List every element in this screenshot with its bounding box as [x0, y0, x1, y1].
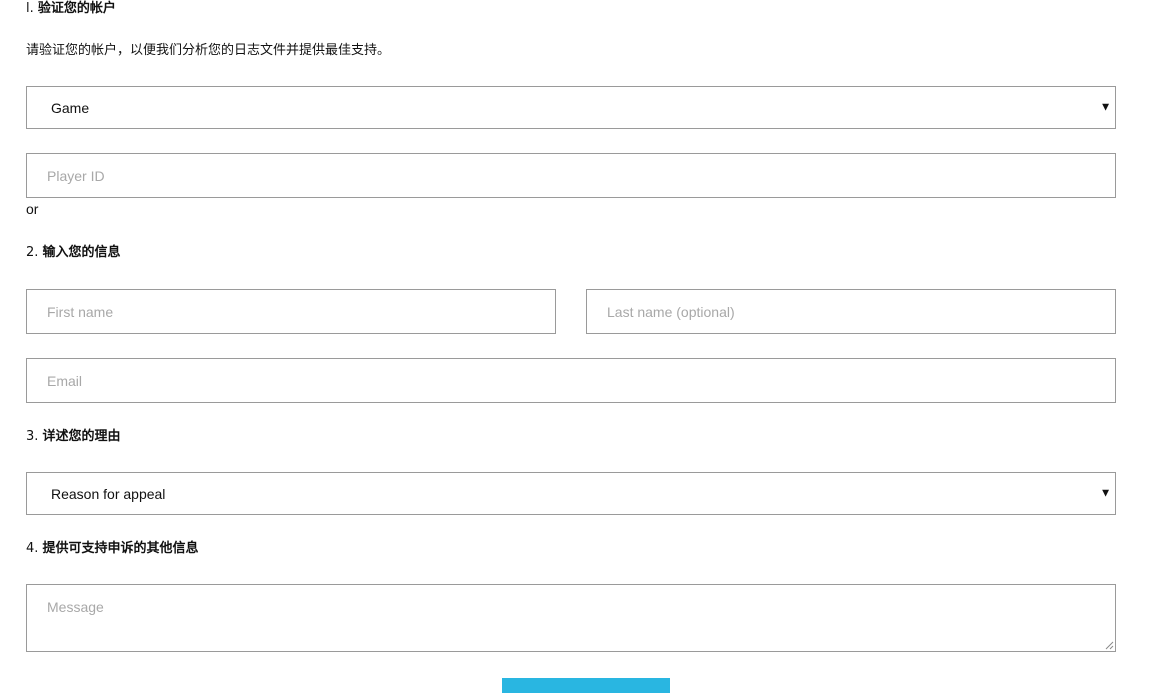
step1-heading: l. 验证您的帐户	[26, 0, 116, 18]
step3-number: 3.	[26, 429, 39, 444]
dropdown-arrow-icon: ▼	[1102, 102, 1109, 112]
message-textarea[interactable]: Message	[26, 584, 1116, 652]
step2-heading: 2. 输入您的信息	[26, 244, 121, 262]
email-input[interactable]: Email	[26, 358, 1116, 403]
first-name-placeholder: First name	[47, 303, 114, 320]
submit-button[interactable]	[502, 678, 670, 693]
reason-select-value: Reason for appeal	[51, 485, 166, 502]
message-placeholder: Message	[47, 599, 104, 615]
step4-heading: 4. 提供可支持申诉的其他信息	[26, 540, 199, 558]
step3-title: 详述您的理由	[42, 429, 121, 444]
or-separator: or	[26, 201, 39, 217]
reason-select[interactable]: Reason for appeal ▼	[26, 472, 1116, 515]
player-id-placeholder: Player ID	[47, 167, 105, 184]
game-select-value: Game	[51, 99, 90, 116]
step2-title: 输入您的信息	[42, 245, 121, 260]
dropdown-arrow-icon: ▼	[1102, 488, 1109, 498]
player-id-input[interactable]: Player ID	[26, 153, 1116, 198]
last-name-input[interactable]: Last name (optional)	[586, 289, 1116, 334]
email-placeholder: Email	[47, 372, 83, 389]
step1-number: l.	[26, 1, 34, 16]
resize-handle-icon[interactable]	[1105, 641, 1114, 650]
step4-number: 4.	[26, 541, 39, 556]
step1-intro: 请验证您的帐户，以便我们分析您的日志文件并提供最佳支持。	[26, 43, 391, 58]
game-select[interactable]: Game ▼	[26, 86, 1116, 129]
step2-number: 2.	[26, 245, 39, 260]
last-name-placeholder: Last name (optional)	[607, 303, 735, 320]
step4-title: 提供可支持申诉的其他信息	[42, 541, 199, 556]
step1-title: 验证您的帐户	[37, 1, 116, 16]
step3-heading: 3. 详述您的理由	[26, 428, 121, 446]
first-name-input[interactable]: First name	[26, 289, 556, 334]
